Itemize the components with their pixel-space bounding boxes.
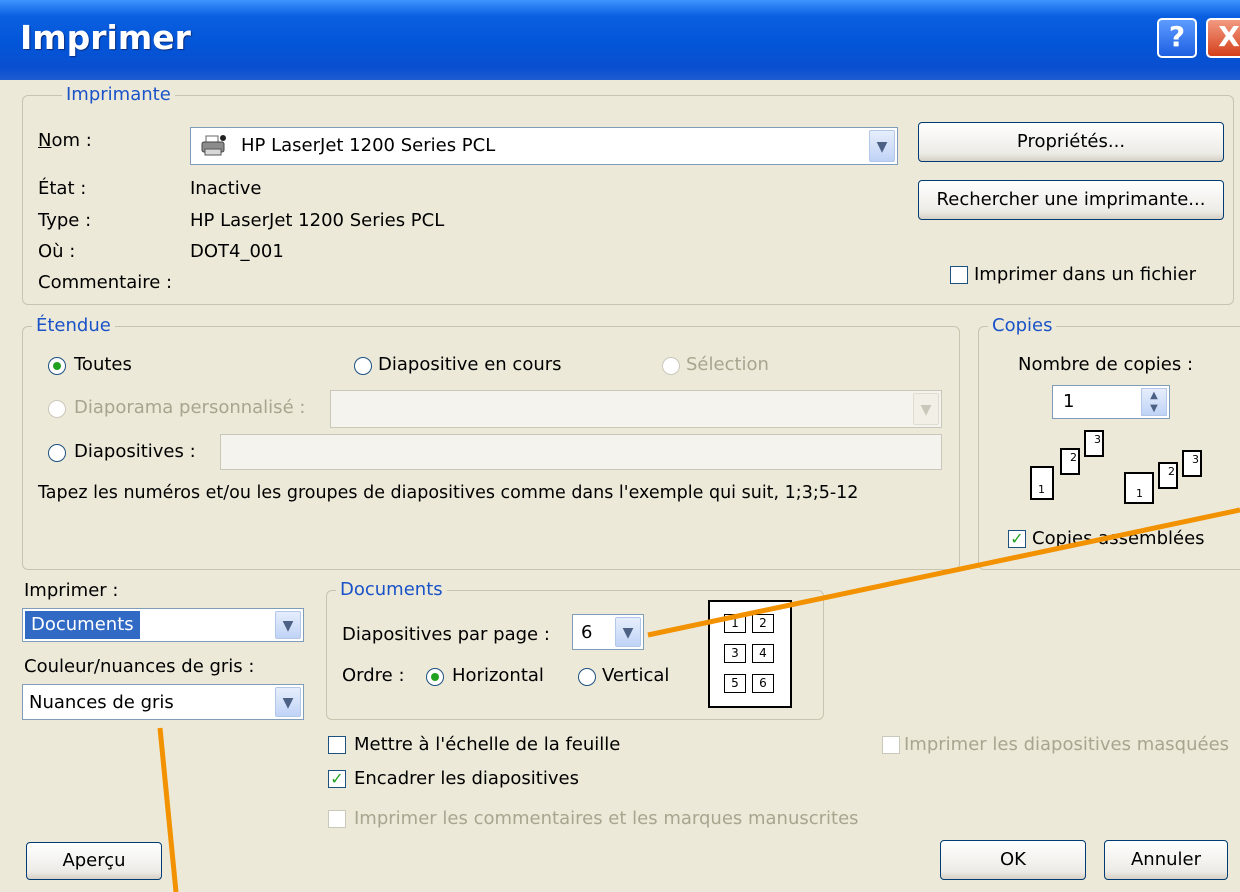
annotation-lines xyxy=(157,507,1240,892)
annotation-line-color xyxy=(157,727,179,892)
annotation-line-per-page xyxy=(647,507,1240,638)
